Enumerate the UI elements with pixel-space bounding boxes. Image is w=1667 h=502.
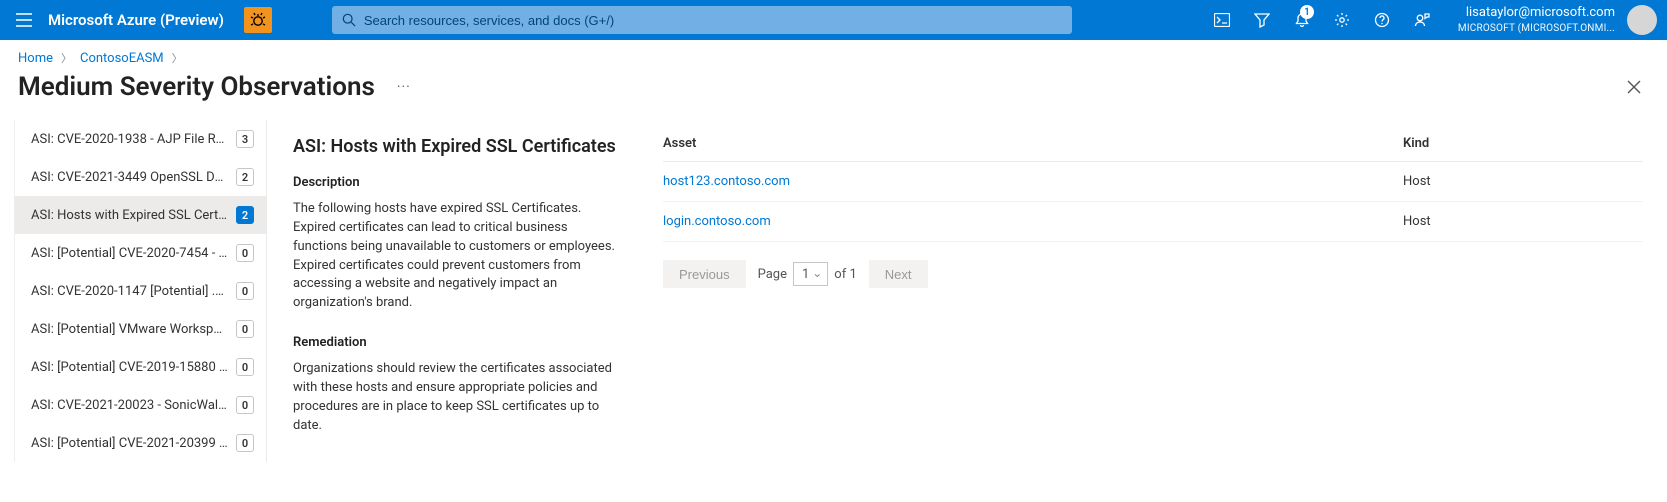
close-icon bbox=[1627, 80, 1641, 94]
hamburger-icon bbox=[16, 13, 32, 27]
next-page-button[interactable]: Next bbox=[869, 260, 928, 288]
global-header: Microsoft Azure (Preview) 1 lisataylor@m… bbox=[0, 0, 1667, 40]
more-actions-button[interactable]: ··· bbox=[397, 79, 411, 95]
pagination: Previous Page 1 of 1 Next bbox=[663, 242, 1643, 288]
count-badge: 0 bbox=[236, 282, 254, 300]
asset-link[interactable]: login.contoso.com bbox=[663, 214, 1403, 229]
gear-icon bbox=[1334, 12, 1350, 28]
column-header-kind[interactable]: Kind bbox=[1403, 136, 1643, 151]
cloud-shell-button[interactable] bbox=[1202, 0, 1242, 40]
bug-icon bbox=[250, 12, 266, 28]
help-icon bbox=[1374, 12, 1390, 28]
count-badge: 0 bbox=[236, 244, 254, 262]
notification-badge: 1 bbox=[1300, 5, 1314, 19]
column-header-asset[interactable]: Asset bbox=[663, 136, 1403, 151]
count-badge: 0 bbox=[236, 358, 254, 376]
page-label: Page bbox=[758, 267, 787, 282]
observation-item[interactable]: ASI: CVE-2020-1938 - AJP File Re... 3 bbox=[15, 120, 266, 158]
cloud-shell-icon bbox=[1214, 13, 1230, 27]
search-icon bbox=[342, 13, 356, 27]
settings-button[interactable] bbox=[1322, 0, 1362, 40]
page-of-label: of 1 bbox=[834, 267, 856, 282]
detail-title: ASI: Hosts with Expired SSL Certificates bbox=[293, 136, 623, 157]
avatar[interactable] bbox=[1627, 5, 1657, 35]
account-tenant: MICROSOFT (MICROSOFT.ONMI... bbox=[1458, 22, 1615, 35]
breadcrumb-link-resource[interactable]: ContosoEASM bbox=[80, 51, 164, 66]
previous-page-button[interactable]: Previous bbox=[663, 260, 746, 288]
observation-item[interactable]: ASI: [Potential] CVE-2019-15880 -... 0 bbox=[15, 348, 266, 386]
observation-item[interactable]: ASI: [Potential] VMware Workspac... 0 bbox=[15, 310, 266, 348]
description-heading: Description bbox=[293, 175, 623, 190]
assets-table-header: Asset Kind bbox=[663, 136, 1643, 162]
observation-label: ASI: Hosts with Expired SSL Certifi... bbox=[31, 208, 236, 223]
observation-item[interactable]: ASI: CVE-2021-3449 OpenSSL De... 2 bbox=[15, 158, 266, 196]
observation-label: ASI: [Potential] CVE-2020-7454 - ... bbox=[31, 246, 236, 261]
observations-list: ASI: CVE-2020-1938 - AJP File Re... 3 AS… bbox=[14, 120, 266, 462]
observation-label: ASI: [Potential] VMware Workspac... bbox=[31, 322, 236, 337]
count-badge: 2 bbox=[236, 168, 254, 186]
header-actions: 1 bbox=[1198, 0, 1446, 40]
directory-filter-button[interactable] bbox=[1242, 0, 1282, 40]
breadcrumb-link-home[interactable]: Home bbox=[18, 51, 53, 66]
asset-link[interactable]: host123.contoso.com bbox=[663, 174, 1403, 189]
menu-toggle[interactable] bbox=[0, 0, 48, 40]
close-blade-button[interactable] bbox=[1627, 80, 1649, 94]
count-badge: 3 bbox=[236, 130, 254, 148]
remediation-heading: Remediation bbox=[293, 335, 623, 350]
global-search[interactable] bbox=[332, 6, 1072, 34]
vertical-divider bbox=[266, 120, 267, 462]
account-info[interactable]: lisataylor@microsoft.com MICROSOFT (MICR… bbox=[1446, 5, 1623, 35]
preview-feedback-button[interactable] bbox=[244, 7, 272, 33]
count-badge: 0 bbox=[236, 434, 254, 452]
filter-icon bbox=[1254, 12, 1270, 28]
asset-row: login.contoso.com Host bbox=[663, 202, 1643, 242]
remediation-text: Organizations should review the certific… bbox=[293, 360, 623, 435]
asset-row: host123.contoso.com Host bbox=[663, 162, 1643, 202]
asset-kind: Host bbox=[1403, 174, 1643, 189]
observation-label: ASI: [Potential] CVE-2021-20399 -... bbox=[31, 436, 236, 451]
observation-label: ASI: [Potential] CVE-2019-15880 -... bbox=[31, 360, 236, 375]
observation-item[interactable]: ASI: CVE-2021-20023 - SonicWall ... 0 bbox=[15, 386, 266, 424]
detail-pane: ASI: Hosts with Expired SSL Certificates… bbox=[293, 120, 1667, 462]
observation-item-selected[interactable]: ASI: Hosts with Expired SSL Certifi... 2 bbox=[15, 196, 266, 234]
asset-kind: Host bbox=[1403, 214, 1643, 229]
search-input[interactable] bbox=[364, 13, 1062, 28]
observation-item[interactable]: ASI: [Potential] CVE-2021-20399 -... 0 bbox=[15, 424, 266, 462]
brand-title[interactable]: Microsoft Azure (Preview) bbox=[48, 11, 240, 29]
count-badge: 2 bbox=[236, 206, 254, 224]
chevron-right-icon: 〉 bbox=[172, 50, 183, 66]
page-select[interactable]: 1 bbox=[793, 262, 828, 286]
chevron-right-icon: 〉 bbox=[61, 50, 72, 66]
page-title: Medium Severity Observations bbox=[18, 72, 375, 102]
feedback-button[interactable] bbox=[1402, 0, 1442, 40]
observation-item[interactable]: ASI: CVE-2020-1147 [Potential] .N... 0 bbox=[15, 272, 266, 310]
account-email: lisataylor@microsoft.com bbox=[1466, 5, 1615, 22]
observation-item[interactable]: ASI: [Potential] CVE-2020-7454 - ... 0 bbox=[15, 234, 266, 272]
description-text: The following hosts have expired SSL Cer… bbox=[293, 200, 623, 313]
person-feedback-icon bbox=[1414, 12, 1430, 28]
observation-label: ASI: CVE-2020-1147 [Potential] .N... bbox=[31, 284, 236, 299]
page-header: Medium Severity Observations ··· bbox=[0, 66, 1667, 120]
observation-label: ASI: CVE-2021-20023 - SonicWall ... bbox=[31, 398, 236, 413]
observation-label: ASI: CVE-2020-1938 - AJP File Re... bbox=[31, 132, 236, 147]
count-badge: 0 bbox=[236, 320, 254, 338]
count-badge: 0 bbox=[236, 396, 254, 414]
notifications-button[interactable]: 1 bbox=[1282, 0, 1322, 40]
help-button[interactable] bbox=[1362, 0, 1402, 40]
breadcrumb: Home 〉 ContosoEASM 〉 bbox=[0, 40, 1667, 66]
observation-label: ASI: CVE-2021-3449 OpenSSL De... bbox=[31, 170, 236, 185]
